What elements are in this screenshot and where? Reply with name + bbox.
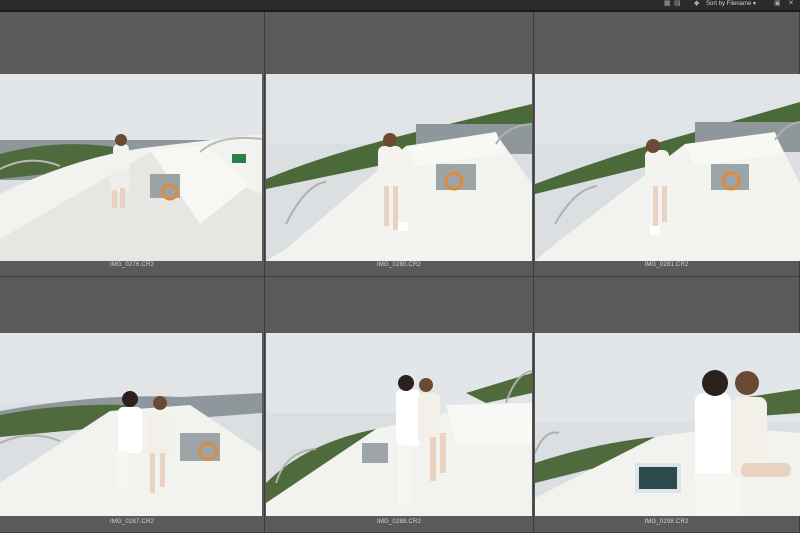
photo-thumbnail[interactable] xyxy=(535,74,800,261)
photo-image xyxy=(266,333,532,516)
list-view-icon[interactable]: ▤ xyxy=(674,0,681,8)
thumbnail-cell[interactable]: IMG_0281.CR2 xyxy=(534,12,800,277)
thumbnail-cell[interactable]: IMG_0298.CR2 xyxy=(534,277,800,533)
thumbnail-cell[interactable]: IMG_0287.CR2 xyxy=(0,277,265,533)
photo-image xyxy=(0,74,262,261)
folder-icon[interactable]: ▣ xyxy=(774,0,781,8)
thumbnail-cell[interactable]: IMG_0288.CR2 xyxy=(265,277,534,533)
thumbnail-filename: IMG_0287.CR2 xyxy=(109,519,155,525)
thumbnail-filename: IMG_0288.CR2 xyxy=(376,519,422,525)
close-icon[interactable]: ✕ xyxy=(788,0,794,8)
photo-thumbnail[interactable] xyxy=(266,333,532,516)
photo-image xyxy=(535,333,800,516)
thumbnail-filename: IMG_0298.CR2 xyxy=(644,519,689,525)
grid-view-icon[interactable]: ▦ xyxy=(664,0,671,8)
sort-by-dropdown[interactable]: Sort by Filename ▾ xyxy=(706,0,756,8)
top-toolbar: ▦ ▤ ◆ Sort by Filename ▾ ▣ ✕ xyxy=(0,0,800,12)
photo-image xyxy=(0,333,262,516)
thumbnail-filename: IMG_0276.CR2 xyxy=(109,262,155,268)
photo-thumbnail[interactable] xyxy=(266,74,532,261)
thumbnail-filename: IMG_0281.CR2 xyxy=(644,262,689,268)
photo-image xyxy=(535,74,800,261)
filter-icon[interactable]: ◆ xyxy=(694,0,699,8)
thumbnail-grid: IMG_0276.CR2 IMG_0280.CR2 IMG_0281.CR2 I… xyxy=(0,12,800,533)
photo-thumbnail[interactable] xyxy=(535,333,800,516)
thumbnail-cell[interactable]: IMG_0276.CR2 xyxy=(0,12,265,277)
thumbnail-cell[interactable]: IMG_0280.CR2 xyxy=(265,12,534,277)
thumbnail-filename: IMG_0280.CR2 xyxy=(376,262,422,268)
photo-image xyxy=(266,74,532,261)
photo-thumbnail[interactable] xyxy=(0,74,262,261)
photo-thumbnail[interactable] xyxy=(0,333,262,516)
